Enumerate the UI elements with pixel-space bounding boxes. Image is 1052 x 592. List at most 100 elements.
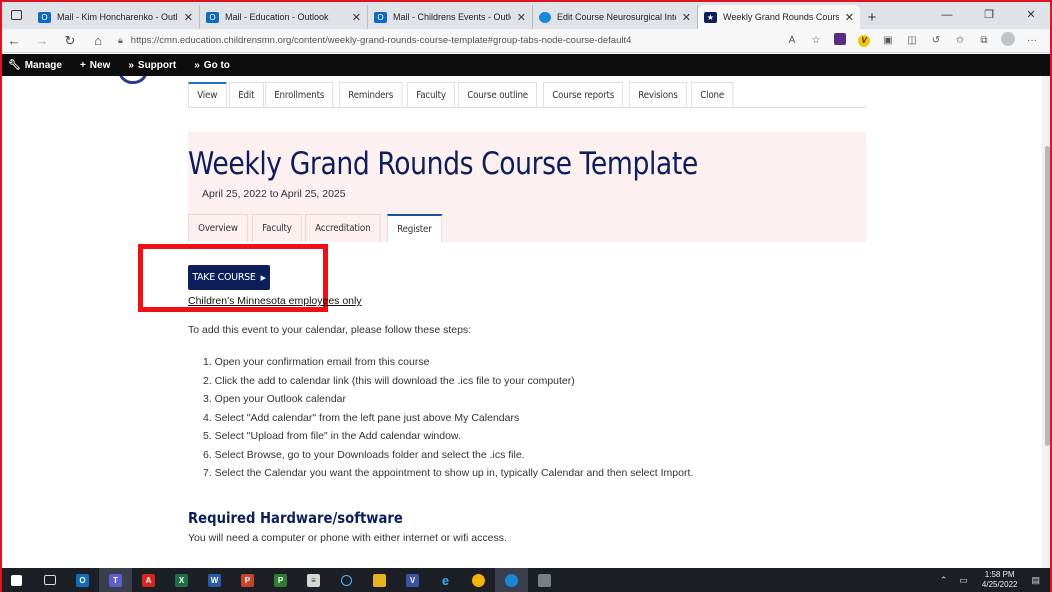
scrollbar-thumb[interactable] bbox=[1045, 146, 1050, 446]
list-item: 1. Open your confirmation email from thi… bbox=[203, 356, 430, 368]
manage-menu[interactable]: 🔧︎ Manage bbox=[8, 60, 62, 71]
notifications-icon[interactable]: ▤ bbox=[1031, 575, 1040, 586]
required-hardware-heading: Required Hardware/software bbox=[188, 509, 403, 527]
site-logo-fragment bbox=[118, 76, 148, 84]
battery-icon[interactable]: ▭ bbox=[959, 575, 968, 586]
admin-tab-revisions[interactable]: Revisions bbox=[629, 82, 688, 107]
favorites-icon[interactable]: ✩ bbox=[948, 35, 972, 46]
window-controls: — ❐ ✕ bbox=[926, 0, 1052, 29]
tab-accreditation[interactable]: Accreditation bbox=[305, 214, 381, 242]
new-label: New bbox=[89, 59, 111, 71]
word-taskbar-icon[interactable]: W bbox=[198, 568, 231, 592]
powerpoint-taskbar-icon[interactable]: P bbox=[231, 568, 264, 592]
tab-register[interactable]: Register bbox=[386, 214, 442, 242]
clock[interactable]: 1:58 PM 4/25/2022 bbox=[982, 570, 1018, 590]
tab-actions-icon bbox=[10, 9, 22, 20]
outlook-icon: O bbox=[38, 11, 51, 23]
split-screen-icon[interactable]: ◫ bbox=[900, 35, 924, 46]
windows-start-icon[interactable] bbox=[0, 568, 33, 592]
refresh-extension-icon[interactable]: ↺ bbox=[924, 35, 948, 46]
edge-taskbar-icon[interactable] bbox=[495, 568, 528, 592]
course-sub-tabs: Overview Faculty Accreditation Register bbox=[188, 214, 445, 242]
read-aloud-icon[interactable]: A bbox=[780, 35, 804, 46]
close-icon[interactable]: ✕ bbox=[352, 11, 361, 24]
admin-tab-course-reports[interactable]: Course reports bbox=[542, 82, 624, 107]
chevron-up-icon[interactable]: ⌃ bbox=[940, 575, 948, 586]
clock-date: 4/25/2022 bbox=[981, 580, 1018, 589]
employees-only-link[interactable]: Children's Minnesota employees only bbox=[188, 295, 362, 307]
list-item: 6. Select Browse, go to your Downloads f… bbox=[203, 448, 525, 461]
tab-label: Weekly Grand Rounds Course Te bbox=[723, 12, 839, 22]
page-title: Weekly Grand Rounds Course Template bbox=[188, 146, 698, 182]
browser-tab-active[interactable]: ★ Weekly Grand Rounds Course Te ✕ bbox=[698, 5, 860, 29]
browser-tab[interactable]: Edit Course Neurosurgical Interv ✕ bbox=[533, 5, 698, 29]
star-icon: ★ bbox=[704, 11, 717, 23]
admin-tabs: View Edit Enrollments Reminders Faculty Cours… bbox=[188, 82, 866, 108]
calculator-taskbar-icon[interactable] bbox=[528, 568, 561, 592]
required-hardware-text: You will need a computer or phone with e… bbox=[188, 532, 507, 544]
tab-faculty[interactable]: Faculty bbox=[252, 214, 303, 242]
admin-tab-edit[interactable]: Edit bbox=[228, 82, 264, 107]
close-icon[interactable]: ✕ bbox=[517, 11, 526, 24]
lock-icon: 🔒︎ bbox=[118, 35, 123, 45]
collections-icon[interactable]: ⧉ bbox=[972, 35, 996, 46]
project-taskbar-icon[interactable]: P bbox=[264, 568, 297, 592]
chevrons-icon: » bbox=[128, 59, 134, 71]
excel-taskbar-icon[interactable]: X bbox=[165, 568, 198, 592]
visio-taskbar-icon[interactable]: V bbox=[396, 568, 429, 592]
browser-tab[interactable]: O Mail - Kim Honcharenko - Outlo ✕ bbox=[32, 5, 200, 29]
close-icon[interactable]: ✕ bbox=[682, 11, 691, 24]
admin-tab-view[interactable]: View bbox=[188, 82, 227, 107]
minimize-icon[interactable]: — bbox=[926, 0, 968, 29]
acrobat-taskbar-icon[interactable]: A bbox=[132, 568, 165, 592]
browser-tab[interactable]: O Mail - Childrens Events - Outloo ✕ bbox=[368, 5, 533, 29]
list-item: 7. Select the Calendar you want the appo… bbox=[203, 467, 694, 479]
chrome-taskbar-icon[interactable] bbox=[462, 568, 495, 592]
chevrons-icon: » bbox=[194, 59, 200, 71]
home-icon[interactable]: ⌂ bbox=[84, 33, 112, 48]
page-scrollbar[interactable] bbox=[1042, 76, 1052, 568]
browser-toolbar: A ☆ V ▣ ◫ ↺ ✩ ⧉ ··· bbox=[780, 32, 1052, 49]
admin-tab-reminders[interactable]: Reminders bbox=[338, 82, 403, 107]
extension-purple-icon[interactable] bbox=[828, 33, 852, 48]
support-label: Support bbox=[137, 59, 177, 71]
file-explorer-taskbar-icon[interactable] bbox=[363, 568, 396, 592]
more-menu-icon[interactable]: ··· bbox=[1020, 35, 1044, 46]
admin-tab-clone[interactable]: Clone bbox=[691, 82, 734, 107]
forward-icon[interactable]: → bbox=[28, 33, 56, 48]
profile-avatar[interactable] bbox=[996, 32, 1020, 49]
search-taskbar-icon[interactable] bbox=[330, 568, 363, 592]
browser-tab-strip: O Mail - Kim Honcharenko - Outlo ✕ O Mai… bbox=[0, 0, 1052, 29]
support-menu[interactable]: » Support bbox=[128, 60, 176, 71]
refresh-icon[interactable]: ↻ bbox=[56, 33, 84, 49]
restore-icon[interactable]: ❐ bbox=[968, 0, 1010, 29]
new-tab-icon[interactable]: + bbox=[860, 5, 884, 29]
tab-overview[interactable]: Overview bbox=[188, 214, 248, 242]
ie-taskbar-icon[interactable]: e bbox=[429, 568, 462, 592]
back-icon[interactable]: ← bbox=[0, 33, 28, 48]
close-icon[interactable]: ✕ bbox=[184, 11, 193, 24]
teams-taskbar-icon[interactable]: T bbox=[99, 568, 132, 592]
calendar-intro: To add this event to your calendar, plea… bbox=[188, 324, 472, 336]
address-bar-row: ← → ↻ ⌂ 🔒︎ https://cmn.education.childre… bbox=[0, 29, 1052, 53]
clock-time: 1:58 PM bbox=[984, 570, 1015, 579]
extension-icon[interactable]: ▣ bbox=[876, 35, 900, 46]
admin-tab-faculty[interactable]: Faculty bbox=[406, 82, 455, 107]
close-icon[interactable]: ✕ bbox=[845, 11, 854, 24]
wrench-icon: 🔧︎ bbox=[8, 59, 21, 71]
close-window-icon[interactable]: ✕ bbox=[1010, 0, 1052, 29]
admin-tab-enrollments[interactable]: Enrollments bbox=[265, 82, 334, 107]
browser-tab[interactable]: O Mail - Education - Outlook ✕ bbox=[200, 5, 368, 29]
outlook-icon: O bbox=[206, 11, 219, 23]
extension-v-icon[interactable]: V bbox=[852, 34, 876, 47]
task-view-icon[interactable] bbox=[33, 568, 66, 592]
network-taskbar-icon[interactable]: ≡ bbox=[297, 568, 330, 592]
admin-tab-course-outline[interactable]: Course outline bbox=[457, 82, 538, 107]
url-field[interactable]: 🔒︎ https://cmn.education.childrensmn.org… bbox=[112, 31, 672, 51]
goto-menu[interactable]: » Go to bbox=[194, 60, 230, 71]
favorite-star-icon[interactable]: ☆ bbox=[804, 35, 828, 46]
outlook-taskbar-icon[interactable]: O bbox=[66, 568, 99, 592]
new-menu[interactable]: + New bbox=[80, 60, 110, 71]
edge-icon bbox=[539, 11, 551, 23]
tab-actions-button[interactable] bbox=[0, 0, 32, 29]
